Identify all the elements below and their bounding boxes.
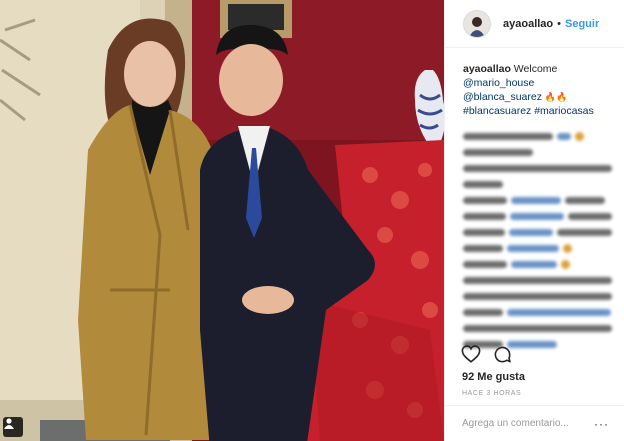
caption-hashtag[interactable]: #mariocasas: [534, 105, 594, 117]
caption-username[interactable]: ayaoallao: [463, 63, 511, 75]
comment-item: [463, 192, 616, 208]
comment-item: [463, 288, 616, 304]
comment-item: [463, 128, 616, 144]
comment-item: [463, 208, 616, 224]
user-tag-icon[interactable]: [3, 417, 23, 437]
post-caption: ayaoallao Welcome @mario_house @blanca_s…: [445, 48, 624, 118]
caption-emojis: 🔥🔥: [544, 92, 568, 102]
follow-button[interactable]: Seguir: [565, 18, 599, 30]
post-header: ayaoallao • Seguir: [445, 0, 624, 48]
caption-mention[interactable]: @mario_house: [463, 77, 534, 89]
caption-text: Welcome: [513, 63, 558, 75]
comment-icon[interactable]: [493, 345, 512, 364]
caption-hashtag[interactable]: #blancasuarez: [463, 105, 531, 117]
likes-count[interactable]: 92 Me gusta: [462, 371, 525, 383]
comment-item: [463, 224, 616, 240]
comment-item: [463, 176, 616, 192]
comment-input[interactable]: [462, 418, 584, 429]
profile-avatar[interactable]: [463, 9, 491, 38]
add-comment-bar: ···: [444, 405, 624, 441]
more-options-button[interactable]: ···: [594, 417, 609, 431]
header-username[interactable]: ayaoallao: [503, 18, 553, 30]
comment-item: [463, 144, 616, 160]
heart-icon[interactable]: [461, 345, 481, 364]
photo-illustration: [0, 0, 444, 441]
comment-item: [463, 256, 616, 272]
comment-item: [463, 240, 616, 256]
post-actions: [461, 345, 512, 364]
comments-list: [445, 124, 624, 352]
comment-item: [463, 272, 616, 288]
comment-item: [463, 304, 616, 320]
post-timestamp: HACE 3 HORAS: [462, 390, 522, 397]
comment-item: [463, 160, 616, 176]
comment-item: [463, 320, 616, 336]
post-photo[interactable]: [0, 0, 444, 441]
header-separator: •: [557, 17, 561, 30]
caption-mention[interactable]: @blanca_suarez: [463, 91, 542, 103]
